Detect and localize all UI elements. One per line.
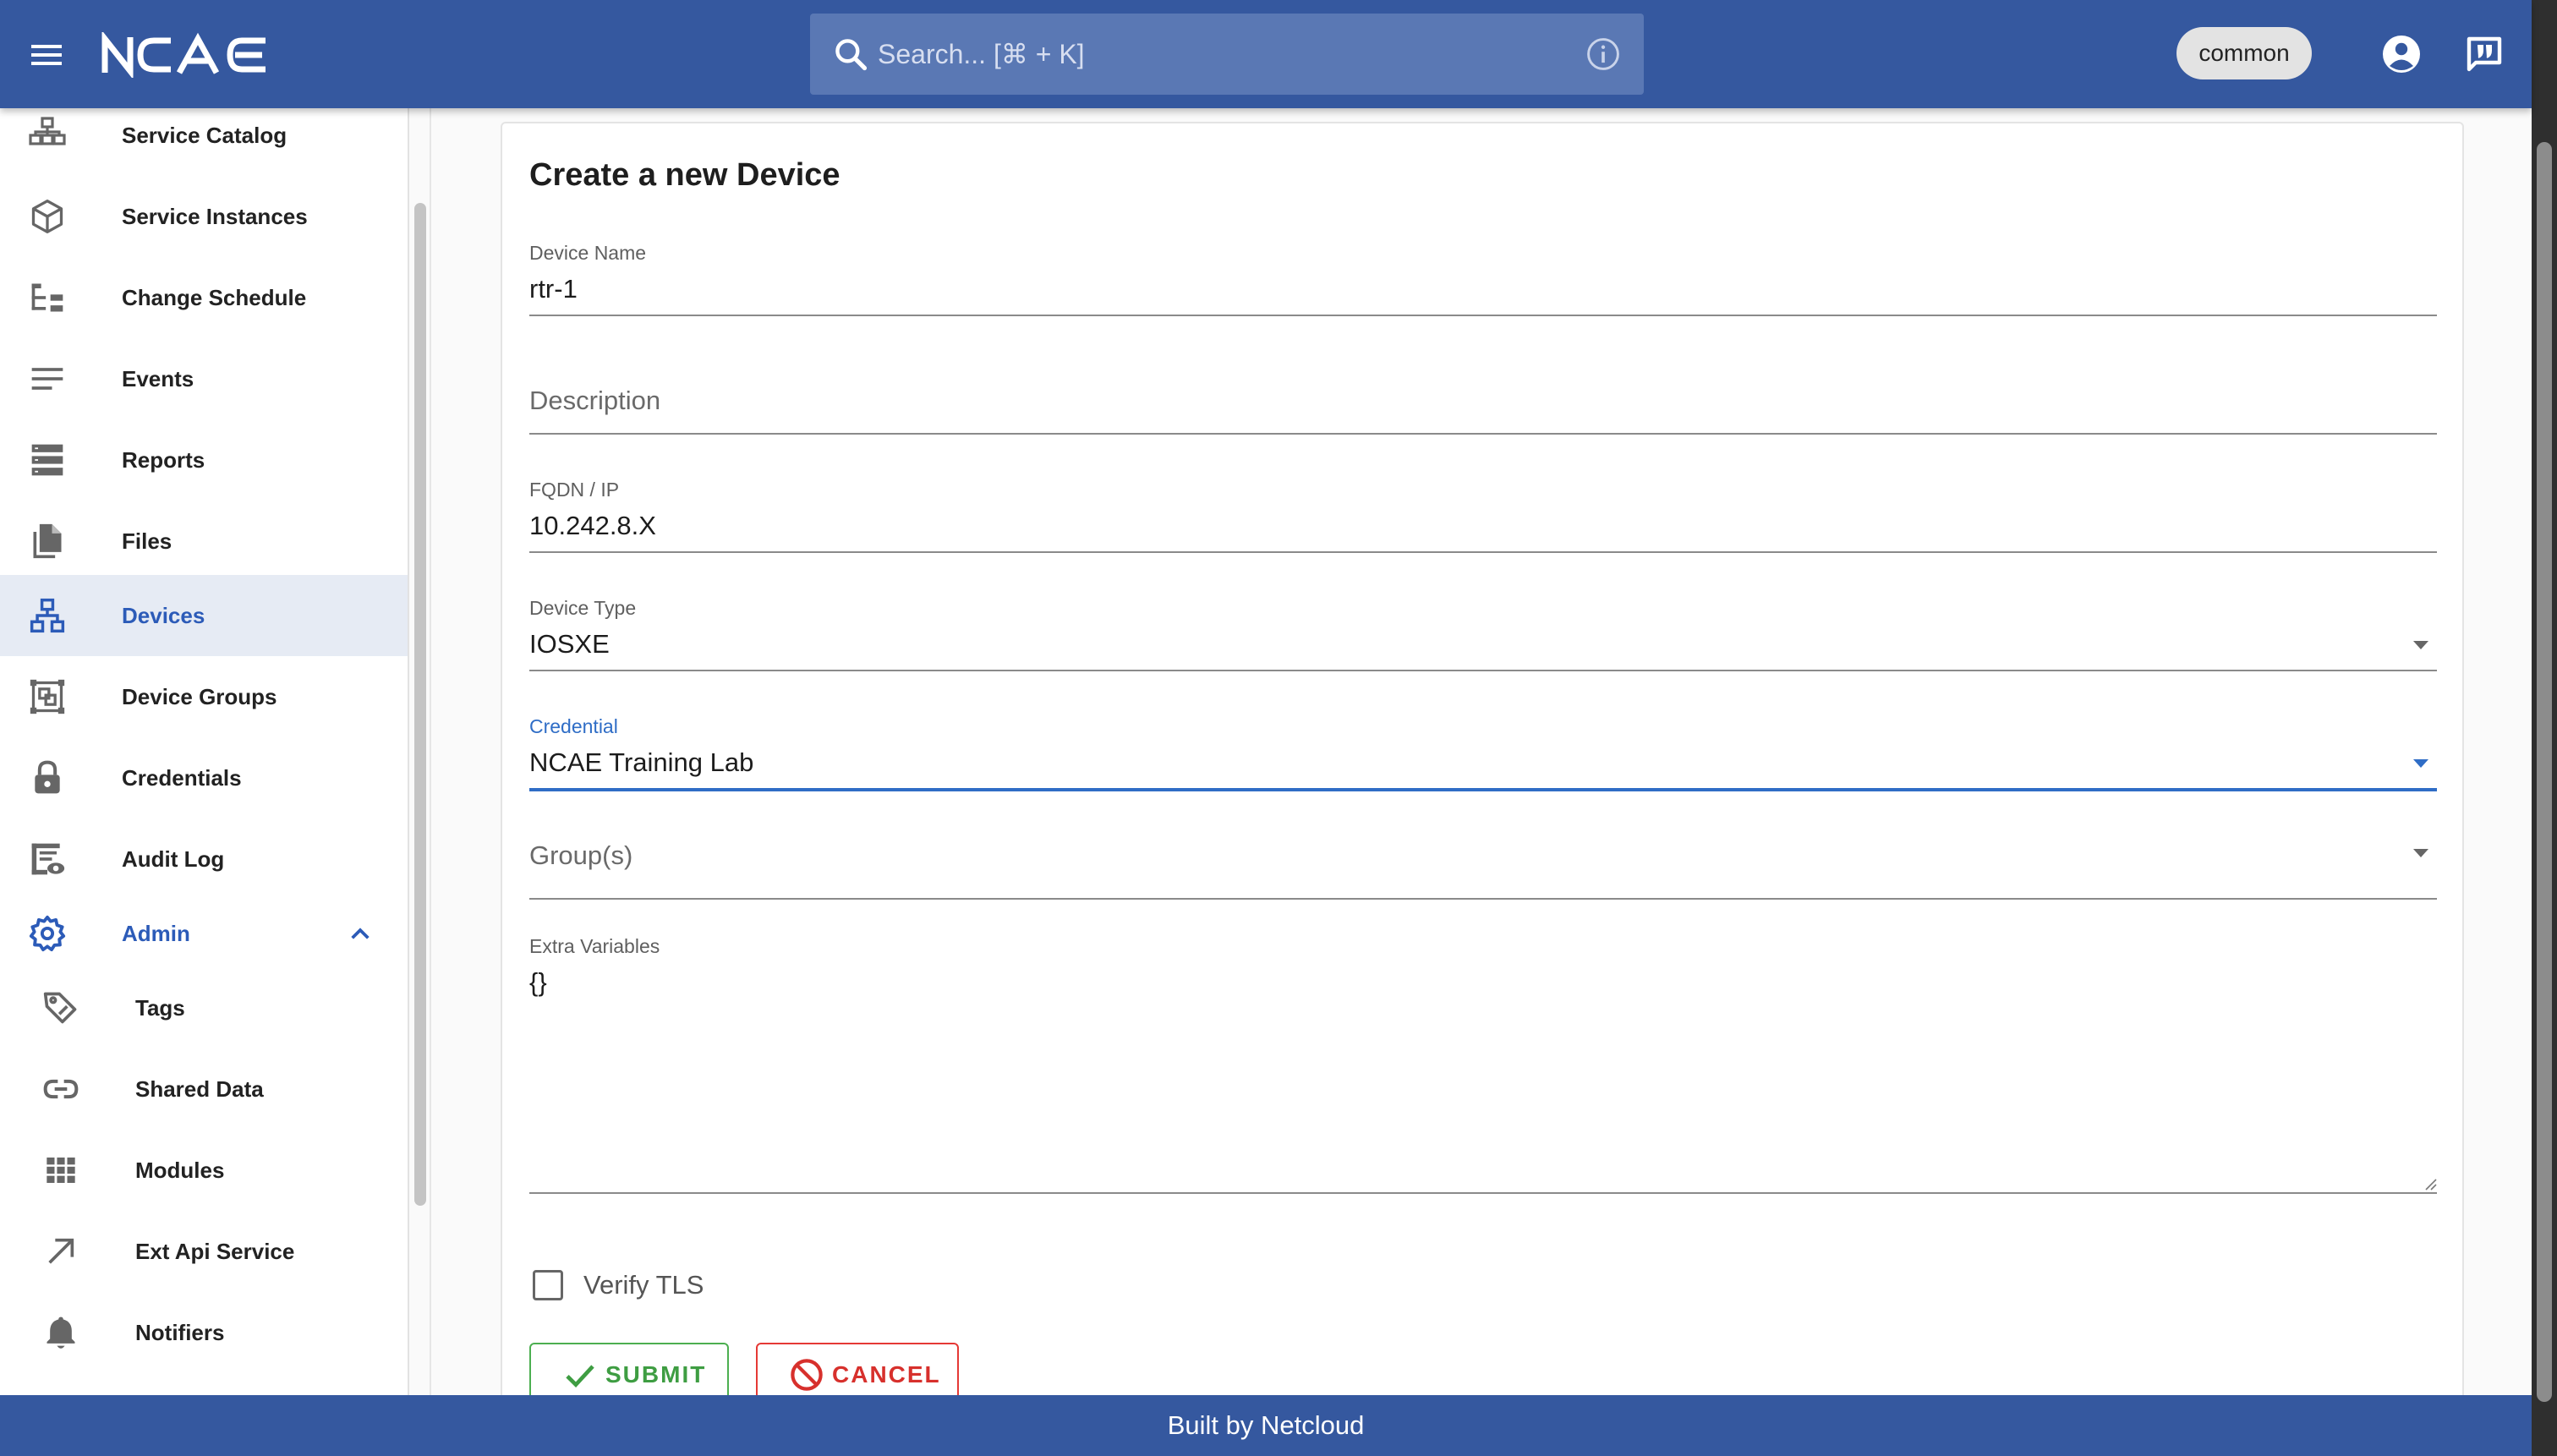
verify-tls-row[interactable]: Verify TLS [533, 1265, 704, 1305]
feedback-icon[interactable] [2462, 32, 2506, 76]
sidebar-item-credentials[interactable]: Credentials [0, 737, 408, 818]
sidebar-item-modules[interactable]: Modules [0, 1130, 408, 1211]
sidebar-item-admin[interactable]: Admin [0, 893, 408, 974]
dropdown-arrow-icon[interactable] [2413, 759, 2428, 768]
groups-placeholder: Group(s) [529, 840, 633, 870]
footer-text: Built by Netcloud [1167, 1410, 1365, 1440]
sidebar-item-label: Admin [122, 920, 190, 946]
page-title: Create a new Device [529, 157, 840, 193]
reports-icon [27, 440, 68, 480]
sidebar-item-label: Service Instances [122, 203, 308, 229]
sidebar-item-reports[interactable]: Reports [0, 419, 408, 501]
sidebar-item-audit-log[interactable]: Audit Log [0, 818, 408, 900]
resize-handle-icon[interactable] [2423, 1177, 2437, 1191]
sidebar-item-events[interactable]: Events [0, 338, 408, 419]
sidebar-item-label: Change Schedule [122, 284, 307, 310]
submit-label: SUBMIT [605, 1361, 707, 1388]
device-name-label: Device Name [529, 242, 647, 264]
ncae-logo[interactable] [100, 30, 272, 80]
description-field[interactable]: Description [529, 362, 2437, 435]
divider [430, 108, 431, 1395]
sidebar-item-notifiers[interactable]: Notifiers [0, 1292, 408, 1373]
device-type-label: Device Type [529, 597, 637, 619]
fqdn-ip-value: 10.242.8.X [529, 511, 656, 540]
device-type-value: IOSXE [529, 629, 610, 659]
bell-icon [41, 1312, 81, 1353]
extra-variables-label: Extra Variables [529, 935, 660, 957]
devices-network-icon [27, 595, 68, 636]
groups-select[interactable]: Group(s) [529, 813, 2437, 900]
credential-label: Credential [529, 715, 618, 737]
sidebar-item-devices[interactable]: Devices [0, 575, 408, 656]
search-icon [832, 36, 869, 73]
page-scrollbar-thumb[interactable] [2537, 142, 2552, 1402]
grid-icon [41, 1150, 81, 1191]
chevron-up-icon[interactable] [343, 917, 377, 950]
sidebar-item-label: Ext Api Service [135, 1238, 295, 1264]
dropdown-arrow-icon[interactable] [2413, 849, 2428, 857]
device-name-field[interactable]: Device Name rtr-1 [529, 238, 2437, 316]
credential-value: NCAE Training Lab [529, 747, 754, 777]
sidebar-item-files[interactable]: Files [0, 501, 408, 582]
sidebar-item-device-groups[interactable]: Device Groups [0, 656, 408, 737]
tag-icon [41, 988, 81, 1028]
sidebar-item-label: Modules [135, 1157, 225, 1183]
arrow-diagonal-icon [41, 1231, 81, 1272]
sidebar-item-ext-api-service[interactable]: Ext Api Service [0, 1211, 408, 1292]
verify-tls-checkbox[interactable] [533, 1270, 563, 1300]
sidebar-item-tags[interactable]: Tags [0, 967, 408, 1048]
sidebar-item-label: Notifiers [135, 1319, 225, 1345]
menu-icon[interactable] [25, 34, 68, 76]
check-icon [561, 1356, 599, 1393]
sidebar-item-label: Devices [122, 602, 205, 628]
sidebar-item-service-instances[interactable]: Service Instances [0, 176, 408, 257]
sidebar-item-label: Credentials [122, 764, 242, 791]
verify-tls-label: Verify TLS [583, 1270, 704, 1300]
account-circle-icon[interactable] [2379, 32, 2423, 76]
sidebar-nav: Service Catalog Service Instances Change… [0, 108, 409, 1395]
sidebar-item-change-schedule[interactable]: Change Schedule [0, 257, 408, 338]
service-catalog-icon [27, 115, 68, 156]
files-icon [27, 521, 68, 561]
create-device-card: Create a new Device Device Name rtr-1 De… [501, 122, 2464, 1424]
credential-select[interactable]: Credential NCAE Training Lab [529, 712, 2437, 791]
top-app-bar: common [0, 0, 2532, 108]
sidebar-item-label: Shared Data [135, 1076, 264, 1102]
gear-icon [27, 913, 68, 954]
sidebar-item-label: Reports [122, 446, 205, 473]
audit-log-icon [27, 839, 68, 879]
schedule-tree-icon [27, 277, 68, 318]
sidebar-scrollbar[interactable] [414, 203, 426, 1206]
description-placeholder: Description [529, 386, 661, 415]
device-name-value: rtr-1 [529, 274, 578, 304]
sidebar-item-label: Tags [135, 994, 185, 1021]
sidebar-item-label: Files [122, 528, 172, 554]
sidebar-item-label: Service Catalog [122, 122, 287, 148]
device-type-select[interactable]: Device Type IOSXE [529, 594, 2437, 671]
block-icon [788, 1356, 825, 1393]
cube-icon [27, 196, 68, 237]
extra-variables-textarea[interactable]: Extra Variables {} [529, 932, 2437, 1194]
info-icon[interactable] [1585, 36, 1622, 73]
tenant-chip[interactable]: common [2176, 27, 2312, 79]
search-bar [810, 14, 1644, 95]
fqdn-ip-label: FQDN / IP [529, 479, 620, 501]
lines-icon [27, 359, 68, 399]
link-icon [41, 1069, 81, 1109]
sidebar-item-label: Events [122, 365, 194, 391]
footer: Built by Netcloud [0, 1395, 2532, 1456]
sidebar-item-label: Audit Log [122, 846, 225, 872]
sidebar-item-service-catalog[interactable]: Service Catalog [0, 108, 408, 176]
search-input[interactable] [878, 14, 1520, 95]
fqdn-ip-field[interactable]: FQDN / IP 10.242.8.X [529, 475, 2437, 553]
device-groups-icon [27, 676, 68, 717]
sidebar-item-shared-data[interactable]: Shared Data [0, 1048, 408, 1130]
sidebar-item-label: Device Groups [122, 683, 277, 709]
dropdown-arrow-icon[interactable] [2413, 641, 2428, 649]
cancel-label: CANCEL [832, 1361, 941, 1388]
lock-icon [27, 758, 68, 798]
extra-variables-value: {} [529, 967, 547, 997]
